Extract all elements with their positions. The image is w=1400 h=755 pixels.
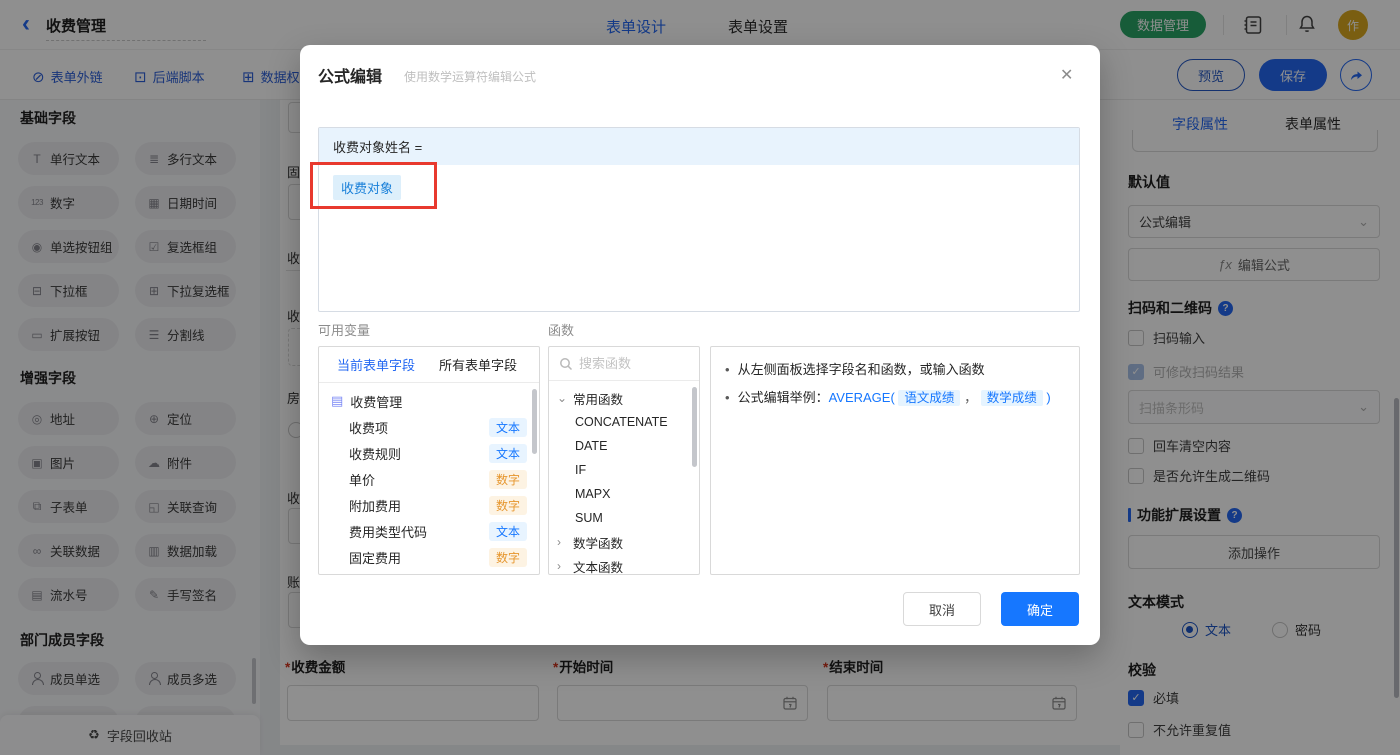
variable-name: 固定费用	[349, 550, 402, 566]
variable-name: 收费规则	[349, 446, 402, 462]
type-badge: 数字	[488, 469, 527, 489]
modal-subtitle: 使用数学运算符编辑公式	[404, 70, 537, 84]
functions-scrollbar[interactable]	[692, 387, 697, 467]
variables-label: 可用变量	[318, 323, 371, 338]
variable-row[interactable]: 收费项 文本	[319, 414, 539, 440]
function-item[interactable]: DATE	[549, 434, 699, 458]
tab-all-form-fields[interactable]: 所有表单字段	[439, 355, 517, 374]
type-badge: 文本	[488, 443, 527, 463]
variable-row[interactable]: 单价 数字	[319, 466, 539, 492]
close-icon[interactable]: ✕	[1060, 65, 1073, 85]
tip-example: 公式编辑举例：AVERAGE( 语文成绩 ， 数学成绩 )	[738, 388, 1051, 408]
example-chip: 语文成绩	[898, 390, 961, 406]
group-label: 数学函数	[573, 536, 624, 551]
function-item[interactable]: MAPX	[549, 482, 699, 506]
annotation-highlight-box	[310, 162, 437, 209]
variable-name: 单价	[349, 472, 376, 488]
tree-root[interactable]: ▤ 收费管理	[319, 388, 539, 414]
example-chip: 数学成绩	[980, 390, 1043, 406]
document-icon: ▤	[331, 393, 344, 408]
formula-target: 收费对象姓名 =	[319, 128, 1079, 165]
tab-current-form-fields[interactable]: 当前表单字段	[337, 355, 415, 374]
search-input[interactable]	[579, 356, 679, 371]
example-comma: ，	[964, 390, 978, 405]
functions-label: 函数	[548, 323, 575, 338]
type-badge: 文本	[488, 521, 527, 541]
modal-title: 公式编辑	[318, 69, 383, 86]
example-close: )	[1046, 390, 1051, 405]
variables-panel: 当前表单字段 所有表单字段 ▤ 收费管理 收费项 文本 收费规则 文本 单价 数字 附…	[318, 346, 540, 575]
function-name: DATE	[575, 439, 608, 453]
type-badge: 数字	[488, 495, 527, 515]
function-item[interactable]: IF	[549, 458, 699, 482]
variable-row[interactable]: 附加费用 数字	[319, 492, 539, 518]
function-item[interactable]: CONCATENATE	[549, 410, 699, 434]
variable-name: 费用类型代码	[349, 524, 428, 540]
function-name: IF	[575, 463, 587, 477]
page: ‹ 收费管理 表单设计 表单设置 数据管理 作 ⊘ 表单外链 ⊡ 后端脚本 ⊞ …	[0, 0, 1400, 755]
function-name: SUM	[575, 511, 603, 525]
group-label: 文本函数	[573, 560, 624, 575]
help-tip-1: 从左侧面板选择字段名和函数，或输入函数	[725, 360, 1065, 380]
variable-row[interactable]: 费用类型代码 文本	[319, 518, 539, 544]
function-item[interactable]: SUM	[549, 506, 699, 530]
formula-edit-modal: 公式编辑 使用数学运算符编辑公式 ✕ 收费对象姓名 = 收费对象 可用变量 函数…	[300, 45, 1100, 645]
help-tip-2: 公式编辑举例：AVERAGE( 语文成绩 ， 数学成绩 )	[725, 388, 1065, 408]
group-label: 常用函数	[573, 392, 624, 407]
function-name: CONCATENATE	[575, 415, 668, 429]
type-badge: 数字	[488, 547, 527, 567]
function-name: MAPX	[575, 487, 611, 501]
tree-root-label: 收费管理	[350, 394, 403, 410]
chevron-right-icon: ›	[557, 535, 561, 549]
search-icon	[560, 357, 573, 370]
example-function: AVERAGE(	[828, 390, 895, 405]
function-search[interactable]	[549, 347, 699, 381]
variables-scrollbar[interactable]	[532, 389, 537, 454]
example-prefix: 公式编辑举例：	[737, 390, 829, 405]
function-group-common[interactable]: ⌄ 常用函数	[549, 386, 699, 410]
functions-panel: ⌄ 常用函数 CONCATENATE DATE IF MAPX SUM › 数学函数…	[548, 346, 700, 575]
chevron-right-icon: ›	[557, 559, 561, 573]
help-panel: 从左侧面板选择字段名和函数，或输入函数 公式编辑举例：AVERAGE( 语文成绩…	[710, 346, 1080, 575]
confirm-button[interactable]: 确定	[1001, 592, 1079, 626]
variable-name: 收费项	[349, 420, 389, 436]
type-badge: 文本	[488, 417, 527, 437]
function-group-text[interactable]: › 文本函数	[549, 554, 699, 575]
chevron-down-icon: ⌄	[557, 391, 568, 405]
variable-name: 附加费用	[349, 498, 402, 514]
tip-text: 从左侧面板选择字段名和函数，或输入函数	[737, 362, 985, 377]
function-group-math[interactable]: › 数学函数	[549, 530, 699, 554]
cancel-button[interactable]: 取消	[903, 592, 981, 626]
formula-editor: 收费对象姓名 = 收费对象	[318, 127, 1080, 312]
variable-row[interactable]: 固定费用 数字	[319, 544, 539, 570]
variable-row[interactable]: 收费规则 文本	[319, 440, 539, 466]
